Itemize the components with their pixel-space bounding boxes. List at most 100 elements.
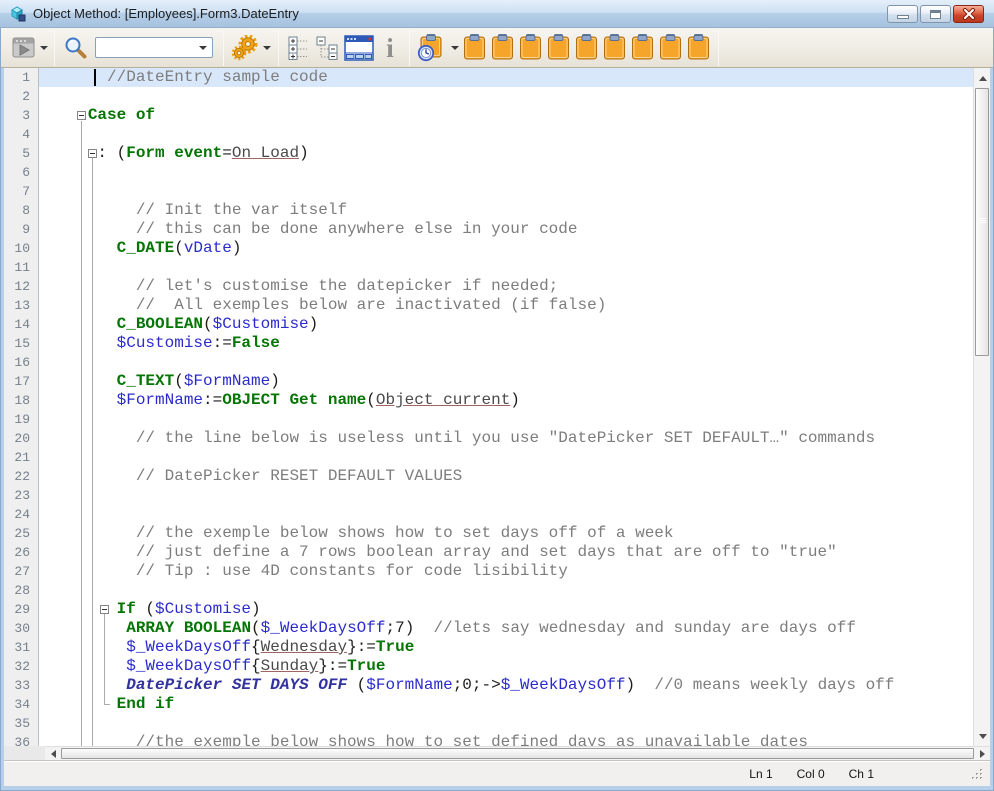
line-number: 2 — [4, 87, 38, 106]
code-line[interactable]: //the exemple below shows how to set def… — [39, 733, 973, 746]
macro-slot-button[interactable] — [600, 32, 628, 64]
code-line[interactable]: //DateEntry sample code — [39, 68, 973, 87]
code-line[interactable] — [39, 87, 973, 106]
line-number: 4 — [4, 125, 38, 144]
code-line[interactable]: ARRAY BOOLEAN($_WeekDaysOff;7) //lets sa… — [39, 619, 973, 638]
line-number: 23 — [4, 486, 38, 505]
toolbar: i — [0, 28, 994, 68]
code-line[interactable]: // just define a 7 rows boolean array an… — [39, 543, 973, 562]
line-number: 33 — [4, 676, 38, 695]
code-editor[interactable]: //DateEntry sample code Case of : (Form … — [39, 68, 973, 746]
code-lines: //DateEntry sample code Case of : (Form … — [39, 68, 973, 746]
expand-tree-icon — [288, 36, 310, 60]
scroll-right-button[interactable] — [974, 747, 990, 761]
code-line[interactable] — [39, 163, 973, 182]
line-number: 6 — [4, 163, 38, 182]
indent-guide-foot — [104, 704, 110, 705]
line-number: 36 — [4, 733, 38, 746]
resize-grip-icon[interactable] — [971, 768, 984, 781]
gears-dropdown-arrow-icon — [263, 46, 271, 50]
run-icon — [12, 37, 36, 59]
clipboard-icon — [631, 34, 654, 61]
code-line[interactable]: $_WeekDaysOff{Wednesday}:=True — [39, 638, 973, 657]
code-line[interactable]: // the exemple below shows how to set da… — [39, 524, 973, 543]
code-line[interactable]: // this can be done anywhere else in you… — [39, 220, 973, 239]
arrow-left-icon — [51, 750, 56, 758]
code-line[interactable]: C_BOOLEAN($Customise) — [39, 315, 973, 334]
code-line[interactable] — [39, 353, 973, 372]
fold-toggle[interactable] — [77, 111, 86, 120]
close-button[interactable] — [953, 5, 984, 23]
macro-slot-button[interactable] — [488, 32, 516, 64]
code-line[interactable]: : (Form event=On Load) — [39, 144, 973, 163]
line-number: 10 — [4, 239, 38, 258]
thumb-grip-icon — [979, 218, 986, 224]
clipboard-icon — [491, 34, 514, 61]
code-line[interactable]: $Customise:=False — [39, 334, 973, 353]
collapse-all-button[interactable] — [313, 32, 341, 64]
clipboard-icon — [687, 34, 710, 61]
window: Object Method: [Employees].Form3.DateEnt… — [0, 0, 994, 791]
code-line[interactable]: // let's customise the datepicker if nee… — [39, 277, 973, 296]
form-button[interactable] — [341, 32, 377, 64]
code-line[interactable]: If ($Customise) — [39, 600, 973, 619]
macro-slot-button[interactable] — [684, 32, 712, 64]
fold-toggle[interactable] — [88, 149, 97, 158]
code-line[interactable]: $_WeekDaysOff{Sunday}:=True — [39, 657, 973, 676]
method-options-button[interactable] — [230, 32, 272, 64]
code-line[interactable]: // Init the var itself — [39, 201, 973, 220]
line-number: 8 — [4, 201, 38, 220]
horizontal-scroll-thumb[interactable] — [61, 748, 974, 759]
code-line[interactable] — [39, 448, 973, 467]
code-line[interactable]: // DatePicker RESET DEFAULT VALUES — [39, 467, 973, 486]
macros-dropdown-arrow-icon — [451, 46, 459, 50]
search-combobox[interactable] — [95, 37, 213, 58]
macros-button[interactable] — [416, 32, 460, 64]
fold-toggle[interactable] — [100, 605, 109, 614]
code-line[interactable] — [39, 182, 973, 201]
horizontal-scrollbar[interactable] — [45, 746, 990, 760]
minimize-icon — [897, 15, 909, 19]
minimize-button[interactable] — [887, 5, 918, 23]
scroll-up-button[interactable] — [974, 70, 991, 86]
code-line[interactable] — [39, 125, 973, 144]
form-window-icon — [344, 35, 374, 61]
line-number: 25 — [4, 524, 38, 543]
search-input[interactable] — [99, 39, 199, 56]
vertical-scrollbar[interactable] — [973, 68, 990, 746]
code-line[interactable]: End if — [39, 695, 973, 714]
line-number: 30 — [4, 619, 38, 638]
macro-slot-button[interactable] — [628, 32, 656, 64]
code-line[interactable]: DatePicker SET DAYS OFF ($FormName;0;->$… — [39, 676, 973, 695]
scroll-left-button[interactable] — [45, 747, 61, 761]
maximize-icon — [930, 10, 941, 19]
code-line[interactable] — [39, 505, 973, 524]
code-line[interactable]: C_DATE(vDate) — [39, 239, 973, 258]
macro-slot-button[interactable] — [544, 32, 572, 64]
code-line[interactable]: // Tip : use 4D constants for code lisib… — [39, 562, 973, 581]
vertical-scroll-thumb[interactable] — [975, 88, 989, 356]
title-bar[interactable]: Object Method: [Employees].Form3.DateEnt… — [0, 0, 994, 28]
macro-slot-button[interactable] — [460, 32, 488, 64]
macro-slot-button[interactable] — [656, 32, 684, 64]
run-method-button[interactable] — [12, 32, 48, 64]
scroll-down-button[interactable] — [974, 728, 991, 744]
line-number: 29 — [4, 600, 38, 619]
maximize-button[interactable] — [920, 5, 951, 23]
code-line[interactable] — [39, 258, 973, 277]
expand-all-button[interactable] — [285, 32, 313, 64]
code-line[interactable]: Case of — [39, 106, 973, 125]
code-line[interactable]: C_TEXT($FormName) — [39, 372, 973, 391]
info-button[interactable]: i — [377, 32, 403, 64]
code-line[interactable] — [39, 714, 973, 733]
code-line[interactable] — [39, 581, 973, 600]
column-indicator: Col 0 — [797, 767, 825, 781]
code-line[interactable]: $FormName:=OBJECT Get name(Object curren… — [39, 391, 973, 410]
macro-slot-button[interactable] — [516, 32, 544, 64]
code-line[interactable]: // All exemples below are inactivated (i… — [39, 296, 973, 315]
code-line[interactable]: // the line below is useless until you u… — [39, 429, 973, 448]
code-line[interactable] — [39, 486, 973, 505]
macro-slot-button[interactable] — [572, 32, 600, 64]
code-line[interactable] — [39, 410, 973, 429]
indent-guide — [92, 158, 93, 746]
